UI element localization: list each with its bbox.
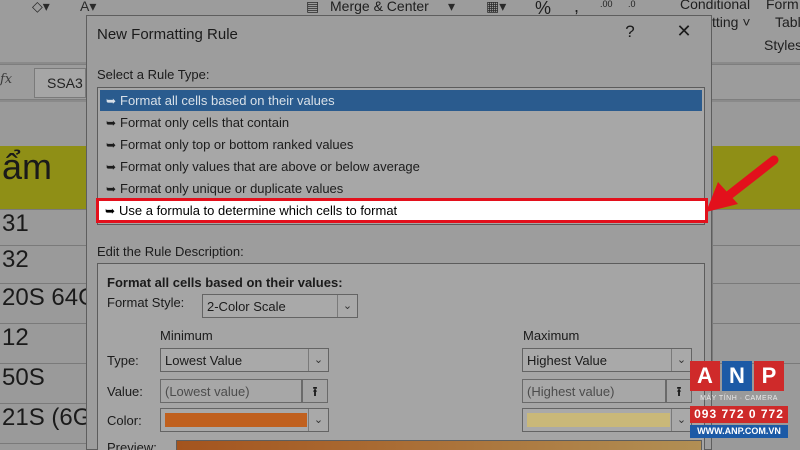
name-box[interactable]: SSA3 — [34, 68, 86, 98]
new-formatting-rule-dialog: New Formatting Rule ? ✕ Select a Rule Ty… — [86, 15, 712, 450]
type-label: Type: — [107, 353, 139, 368]
minimum-label: Minimum — [160, 328, 213, 343]
format-as-table-line2[interactable]: Tabl — [775, 14, 800, 30]
merge-center-button[interactable]: Merge & Center — [330, 0, 429, 14]
cell[interactable]: 31 — [0, 210, 88, 246]
rule-arrow-icon: ➥ — [106, 94, 117, 108]
cell[interactable] — [712, 324, 800, 364]
rule-type-item[interactable]: ➥ Format all cells based on their values — [100, 90, 702, 111]
chevron-down-icon: ⌄ — [671, 409, 691, 431]
chevron-down-icon: ⌄ — [337, 295, 357, 317]
rule-type-label: Use a formula to determine which cells t… — [119, 203, 398, 218]
format-as-table-line1[interactable]: Form — [766, 0, 799, 12]
logo-phone: 093 772 0 772 — [690, 406, 788, 423]
fx-label: fx — [0, 72, 13, 87]
anp-watermark-logo: A N P MÁY TÍNH · CAMERA 093 772 0 772 WW… — [690, 361, 788, 439]
rule-type-label: Format all cells based on their values — [120, 93, 335, 108]
conditional-formatting-line1[interactable]: Conditional — [680, 0, 750, 12]
logo-subtitle: MÁY TÍNH · CAMERA — [700, 395, 778, 402]
cell[interactable] — [712, 246, 800, 284]
logo-letter: A — [690, 361, 720, 391]
cell[interactable] — [712, 284, 800, 324]
max-type-select[interactable]: Highest Value ⌄ — [522, 348, 692, 372]
dialog-title: New Formatting Rule — [97, 26, 238, 43]
cell[interactable]: 20S 64G — [0, 284, 88, 324]
rule-arrow-icon: ➥ — [106, 116, 117, 130]
rule-type-label: Format only top or bottom ranked values — [120, 137, 354, 152]
cell[interactable]: 50S — [0, 364, 88, 404]
increase-decimal-button[interactable]: .00 — [600, 0, 613, 9]
min-color-picker[interactable]: ⌄ — [160, 408, 329, 432]
rule-type-list: ➥ Format all cells based on their values … — [96, 87, 708, 225]
rule-type-label: Format only values that are above or bel… — [120, 159, 420, 174]
max-range-picker-icon[interactable]: ⭱ — [666, 379, 692, 403]
max-color-swatch — [527, 413, 670, 427]
rule-type-item[interactable]: ➥ Format only unique or duplicate values — [100, 178, 702, 199]
min-range-picker-icon[interactable]: ⭱ — [302, 379, 328, 403]
format-style-select[interactable]: 2-Color Scale ⌄ — [202, 294, 358, 318]
rule-type-item-formula[interactable]: ➥ Use a formula to determine which cells … — [96, 198, 708, 223]
format-style-value: 2-Color Scale — [207, 299, 286, 314]
min-type-value: Lowest Value — [165, 353, 243, 368]
rule-type-item[interactable]: ➥ Format only cells that contain — [100, 112, 702, 133]
chevron-down-icon: ⌄ — [308, 409, 328, 431]
logo-letter: P — [754, 361, 784, 391]
maximum-label: Maximum — [523, 328, 580, 343]
cell[interactable]: 32 — [0, 246, 88, 284]
close-button[interactable]: ✕ — [673, 21, 695, 42]
preview-label: Preview: — [107, 440, 157, 450]
rule-arrow-icon: ➥ — [106, 160, 117, 174]
fill-color-icon[interactable]: ◇▾ — [32, 0, 50, 15]
min-type-select[interactable]: Lowest Value ⌄ — [160, 348, 329, 372]
color-scale-preview — [176, 440, 702, 450]
font-color-icon[interactable]: A▾ — [80, 0, 96, 15]
color-label: Color: — [107, 413, 142, 428]
cell[interactable]: 12 — [0, 324, 88, 364]
cell[interactable]: 21S (6G — [0, 404, 88, 444]
logo-letter: N — [722, 361, 752, 391]
description-heading: Format all cells based on their values: — [107, 275, 343, 290]
rule-type-item[interactable]: ➥ Format only top or bottom ranked values — [100, 134, 702, 155]
rule-arrow-icon: ➥ — [105, 204, 116, 218]
column-a: ẩm 31 32 20S 64G 12 50S 21S (6G — [0, 102, 88, 450]
edit-rule-label: Edit the Rule Description: — [97, 244, 244, 259]
rule-type-label: Format only cells that contain — [120, 115, 290, 130]
conditional-formatting-line2[interactable]: tting ˅ — [712, 14, 751, 30]
chevron-down-icon: ⌄ — [308, 349, 328, 371]
merge-dropdown-icon[interactable]: ▾ — [448, 0, 455, 15]
rule-description-panel: Format all cells based on their values: … — [97, 263, 705, 450]
help-button[interactable]: ? — [620, 22, 640, 42]
chevron-down-icon: ⌄ — [671, 349, 691, 371]
cell-header[interactable]: ẩm — [0, 146, 88, 210]
rule-type-item[interactable]: ➥ Format only values that are above or be… — [100, 156, 702, 177]
min-color-swatch — [165, 413, 307, 427]
max-value-input[interactable]: (Highest value) — [522, 379, 666, 403]
red-pointer-arrow-icon — [706, 155, 779, 212]
value-label: Value: — [107, 384, 143, 399]
format-style-label: Format Style: — [107, 295, 185, 310]
max-type-value: Highest Value — [527, 353, 607, 368]
accounting-format-icon[interactable]: ▦▾ — [486, 0, 506, 15]
max-color-picker[interactable]: ⌄ — [522, 408, 692, 432]
rule-type-label: Format only unique or duplicate values — [120, 181, 344, 196]
logo-url: WWW.ANP.COM.VN — [690, 425, 788, 438]
min-value-input[interactable]: (Lowest value) — [160, 379, 302, 403]
decrease-decimal-button[interactable]: .0 — [628, 0, 636, 9]
merge-center-icon[interactable]: ▤ — [306, 0, 319, 15]
styles-group-label: Styles — [764, 37, 800, 53]
rule-arrow-icon: ➥ — [106, 182, 117, 196]
rule-type-label: Select a Rule Type: — [97, 67, 210, 82]
rule-arrow-icon: ➥ — [106, 138, 117, 152]
